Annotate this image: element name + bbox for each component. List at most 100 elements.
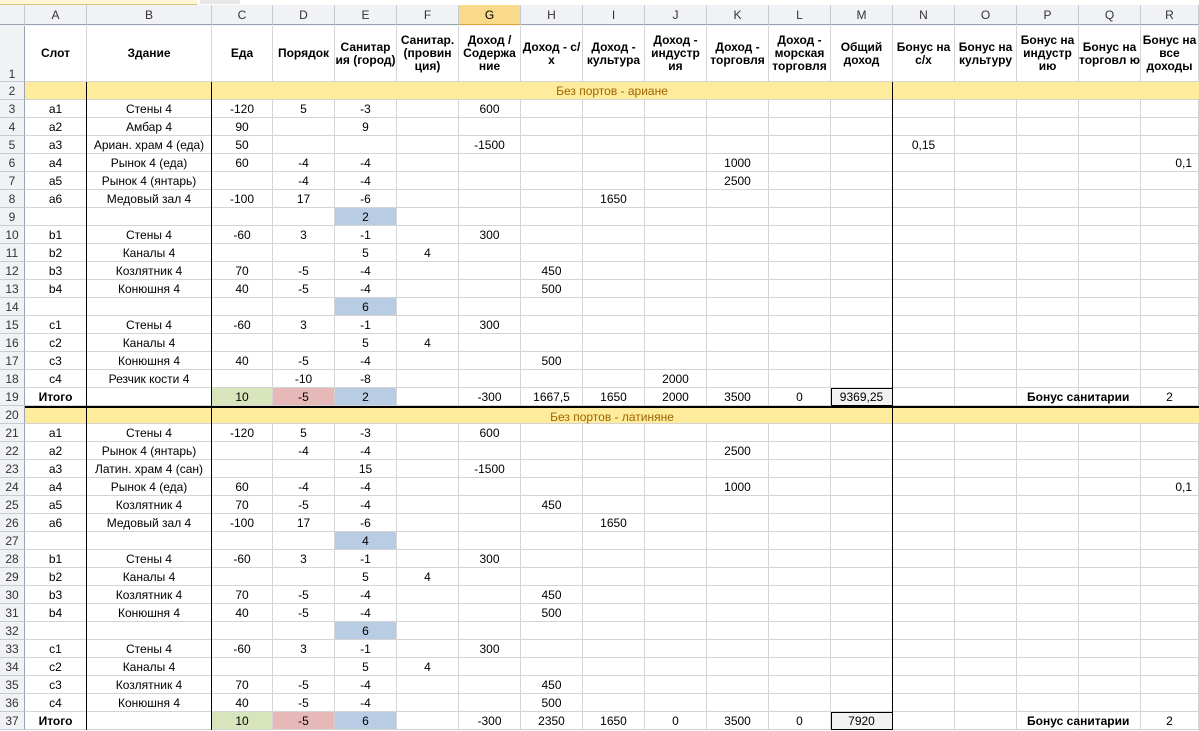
cell-a27[interactable] xyxy=(25,532,87,550)
cell-l36[interactable] xyxy=(769,694,831,712)
cell-b25[interactable]: Козлятник 4 xyxy=(87,496,212,514)
column-headers[interactable]: ABCDEFGHIJKLMNOPQR xyxy=(0,5,1199,26)
cell-d13[interactable]: -5 xyxy=(273,280,335,298)
section-title[interactable]: Без портов - латиняне xyxy=(25,406,1199,424)
cell-f22[interactable] xyxy=(397,442,459,460)
cell-l3[interactable] xyxy=(769,100,831,118)
cell-m11[interactable] xyxy=(831,244,893,262)
cell-m27[interactable] xyxy=(831,532,893,550)
cell-k37[interactable]: 3500 xyxy=(707,712,769,730)
cell-q25[interactable] xyxy=(1079,496,1141,514)
cell-k33[interactable] xyxy=(707,640,769,658)
header-cell-f[interactable]: Санитар. (провин ция) xyxy=(397,26,459,82)
cell-e28[interactable]: -1 xyxy=(335,550,397,568)
cell-m18[interactable] xyxy=(831,370,893,388)
cell-h22[interactable] xyxy=(521,442,583,460)
cell-c12[interactable]: 70 xyxy=(212,262,273,280)
cell-m24[interactable] xyxy=(831,478,893,496)
cell-r13[interactable] xyxy=(1141,280,1199,298)
cell-g21[interactable]: 600 xyxy=(459,424,521,442)
cell-o29[interactable] xyxy=(955,568,1017,586)
cell-b5[interactable]: Ариан. храм 4 (еда) xyxy=(87,136,212,154)
cell-b3[interactable]: Стены 4 xyxy=(87,100,212,118)
cell-o15[interactable] xyxy=(955,316,1017,334)
cell-n14[interactable] xyxy=(893,298,955,316)
cell-i19[interactable]: 1650 xyxy=(583,388,645,406)
cell-b26[interactable]: Медовый зал 4 xyxy=(87,514,212,532)
cell-g19[interactable]: -300 xyxy=(459,388,521,406)
cell-i22[interactable] xyxy=(583,442,645,460)
cell-j22[interactable] xyxy=(645,442,707,460)
cell-o4[interactable] xyxy=(955,118,1017,136)
column-header-f[interactable]: F xyxy=(397,5,459,25)
cell-m26[interactable] xyxy=(831,514,893,532)
cell-j30[interactable] xyxy=(645,586,707,604)
cell-n10[interactable] xyxy=(893,226,955,244)
cell-g13[interactable] xyxy=(459,280,521,298)
cell-g7[interactable] xyxy=(459,172,521,190)
cell-c23[interactable] xyxy=(212,460,273,478)
cell-o36[interactable] xyxy=(955,694,1017,712)
cell-o27[interactable] xyxy=(955,532,1017,550)
cell-a12[interactable]: b3 xyxy=(25,262,87,280)
cell-e34[interactable]: 5 xyxy=(335,658,397,676)
cell-d18[interactable]: -10 xyxy=(273,370,335,388)
cell-d10[interactable]: 3 xyxy=(273,226,335,244)
cell-k5[interactable] xyxy=(707,136,769,154)
cell-d34[interactable] xyxy=(273,658,335,676)
header-cell-l[interactable]: Доход - морская торговля xyxy=(769,26,831,82)
cell-f35[interactable] xyxy=(397,676,459,694)
cell-d30[interactable]: -5 xyxy=(273,586,335,604)
cell-o30[interactable] xyxy=(955,586,1017,604)
cell-d3[interactable]: 5 xyxy=(273,100,335,118)
cell-l6[interactable] xyxy=(769,154,831,172)
cell-o24[interactable] xyxy=(955,478,1017,496)
cell-p18[interactable] xyxy=(1017,370,1079,388)
cell-i9[interactable] xyxy=(583,208,645,226)
cell-g25[interactable] xyxy=(459,496,521,514)
cell-m19[interactable]: 9369,25 xyxy=(831,388,893,406)
row-number[interactable]: 12 xyxy=(0,262,25,280)
cell-l11[interactable] xyxy=(769,244,831,262)
cell-g15[interactable]: 300 xyxy=(459,316,521,334)
cell-a10[interactable]: b1 xyxy=(25,226,87,244)
cell-l14[interactable] xyxy=(769,298,831,316)
cell-l28[interactable] xyxy=(769,550,831,568)
cell-h4[interactable] xyxy=(521,118,583,136)
cell-q7[interactable] xyxy=(1079,172,1141,190)
cell-j10[interactable] xyxy=(645,226,707,244)
cell-h7[interactable] xyxy=(521,172,583,190)
cell-c26[interactable]: -100 xyxy=(212,514,273,532)
cell-j14[interactable] xyxy=(645,298,707,316)
cell-n15[interactable] xyxy=(893,316,955,334)
cell-p14[interactable] xyxy=(1017,298,1079,316)
cell-k28[interactable] xyxy=(707,550,769,568)
cell-m35[interactable] xyxy=(831,676,893,694)
cell-g33[interactable]: 300 xyxy=(459,640,521,658)
header-cell-c[interactable]: Еда xyxy=(212,26,273,82)
cell-q26[interactable] xyxy=(1079,514,1141,532)
cell-p21[interactable] xyxy=(1017,424,1079,442)
cell-b28[interactable]: Стены 4 xyxy=(87,550,212,568)
cell-f17[interactable] xyxy=(397,352,459,370)
cell-e18[interactable]: -8 xyxy=(335,370,397,388)
cell-b36[interactable]: Конюшня 4 xyxy=(87,694,212,712)
cell-k25[interactable] xyxy=(707,496,769,514)
cell-i25[interactable] xyxy=(583,496,645,514)
column-header-e[interactable]: E xyxy=(335,5,397,25)
cell-b32[interactable] xyxy=(87,622,212,640)
cell-c11[interactable] xyxy=(212,244,273,262)
cell-n35[interactable] xyxy=(893,676,955,694)
cell-a21[interactable]: a1 xyxy=(25,424,87,442)
cell-c37[interactable]: 10 xyxy=(212,712,273,730)
cell-n32[interactable] xyxy=(893,622,955,640)
cell-r19[interactable]: 2 xyxy=(1141,388,1199,406)
cell-m3[interactable] xyxy=(831,100,893,118)
cell-c16[interactable] xyxy=(212,334,273,352)
cell-e10[interactable]: -1 xyxy=(335,226,397,244)
cell-d31[interactable]: -5 xyxy=(273,604,335,622)
cell-r35[interactable] xyxy=(1141,676,1199,694)
cell-f9[interactable] xyxy=(397,208,459,226)
cell-n12[interactable] xyxy=(893,262,955,280)
cell-p30[interactable] xyxy=(1017,586,1079,604)
